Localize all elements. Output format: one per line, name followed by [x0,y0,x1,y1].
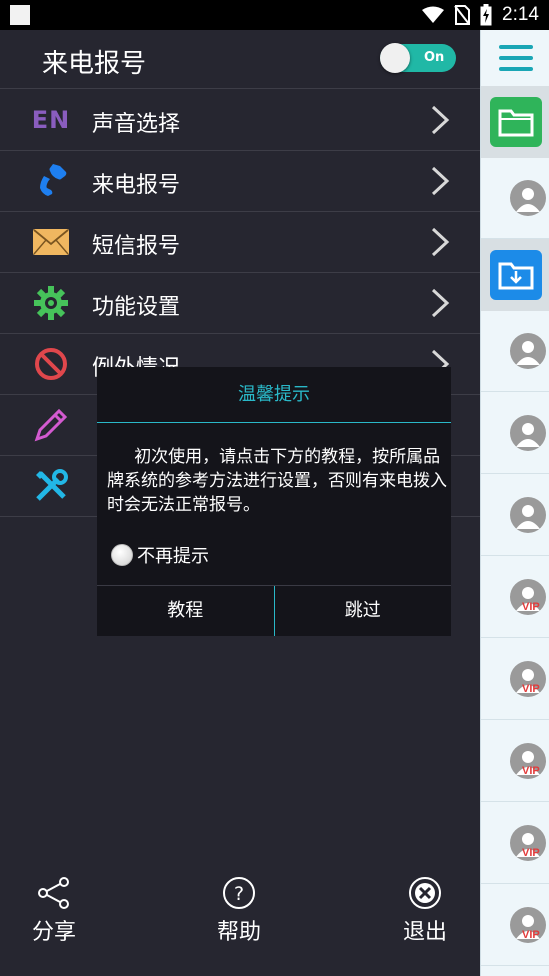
contact-item[interactable] [481,475,549,556]
share-label: 分享 [31,920,76,945]
drawer-title: 来电报号 [42,49,147,79]
menu-item-sms[interactable]: 短信报号 [0,212,480,273]
chevron-right-icon [431,166,450,196]
svg-text:?: ? [234,883,244,905]
forbidden-icon [32,346,70,382]
help-button[interactable]: ? 帮助 [199,876,279,946]
contact-item[interactable] [481,311,549,392]
folder-download-button[interactable] [481,239,549,311]
menu-icon[interactable] [481,30,549,86]
chevron-right-icon [431,227,450,257]
menu-item-label: 声音选择 [92,112,181,137]
folder-icon [489,97,542,147]
vip-badge: VIP [522,683,540,695]
folder-download-icon [489,250,542,300]
vip-badge: VIP [522,929,540,941]
no-sim-icon [454,5,471,25]
contact-item[interactable]: VIP [481,557,549,638]
envelope-icon [32,224,70,260]
dialog-title: 温馨提示 [97,367,451,423]
avatar [510,333,546,369]
tutorial-button[interactable]: 教程 [97,586,274,636]
wifi-icon [422,6,445,23]
contact-item[interactable]: VIP [481,721,549,802]
share-icon [14,876,94,912]
folder-button[interactable] [481,86,549,158]
chevron-right-icon [431,288,450,318]
gear-icon [32,285,70,321]
menu-item-call[interactable]: 来电报号 [0,151,480,212]
contact-item[interactable]: VIP [481,639,549,720]
avatar [510,497,546,533]
dialog-message: 初次使用，请点击下方的教程，按所属品牌系统的参考方法进行设置，否则有来电拨入时会… [107,447,447,515]
checkbox-radio[interactable] [111,544,133,566]
vip-badge: VIP [522,601,540,613]
avatar [510,415,546,451]
vip-badge: VIP [522,765,540,777]
avatar [510,180,546,216]
tools-icon [32,468,70,504]
status-bar: 2:14 [0,0,549,30]
en-language-icon: EN [31,106,71,134]
toggle-label: On [424,50,445,65]
chevron-right-icon [431,105,450,135]
checkbox-label: 不再提示 [137,546,209,567]
tip-dialog: 温馨提示 初次使用，请点击下方的教程，按所属品牌系统的参考方法进行设置，否则有来… [97,367,451,636]
dont-show-again-checkbox[interactable]: 不再提示 [111,542,209,568]
menu-item-label: 来电报号 [92,173,181,198]
vip-badge: VIP [522,847,540,859]
contact-item[interactable]: VIP [481,803,549,884]
pencil-icon [32,407,70,443]
caller-announce-toggle[interactable]: On [380,43,456,73]
menu-item-settings[interactable]: 功能设置 [0,273,480,334]
share-button[interactable]: 分享 [14,876,94,946]
drawer-header: 来电报号 On [0,30,480,89]
close-icon [385,876,465,912]
contact-item[interactable]: VIP [481,885,549,966]
clock: 2:14 [502,4,539,25]
contact-sidebar: VIP VIP VIP VIP VIP [480,30,549,976]
menu-item-label: 短信报号 [92,234,181,259]
notification-icon [10,5,30,25]
phone-icon [32,163,70,199]
dialog-buttons: 教程 跳过 [97,585,451,636]
menu-item-label: 功能设置 [92,295,181,320]
skip-button[interactable]: 跳过 [273,586,452,636]
help-label: 帮助 [216,920,261,945]
help-icon: ? [199,876,279,912]
toggle-knob [380,43,410,73]
battery-charging-icon [480,4,492,26]
contact-item[interactable] [481,393,549,474]
menu-item-voice[interactable]: EN 声音选择 [0,90,480,151]
contact-item[interactable] [481,158,549,239]
exit-label: 退出 [402,920,447,945]
exit-button[interactable]: 退出 [385,876,465,946]
